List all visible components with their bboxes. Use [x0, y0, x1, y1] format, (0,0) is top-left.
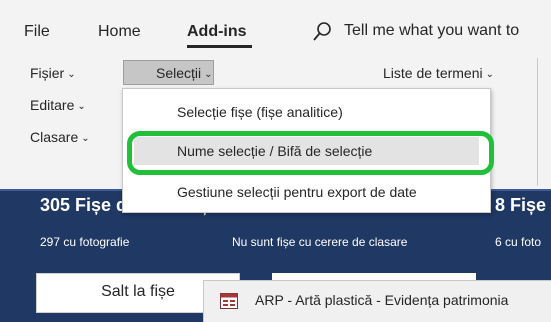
form-window-icon: [220, 293, 238, 309]
tell-me-search[interactable]: Tell me what you want to: [344, 22, 519, 40]
ribbon-group-divider: [537, 58, 538, 186]
search-icon[interactable]: [312, 21, 332, 43]
selectii-dropdown-menu: Selecție fișe (fișe analitice) Nume sele…: [122, 88, 491, 213]
clasare-menu-button[interactable]: Clasare ⌄: [30, 126, 90, 148]
selectii-menu-button[interactable]: Selecții ⌄: [123, 60, 214, 85]
fise-count-title-right: 8 Fișe: [495, 195, 547, 215]
selectii-label: Selecții: [156, 65, 202, 81]
tab-file[interactable]: File: [24, 22, 50, 42]
chevron-down-icon: ⌄: [77, 101, 86, 112]
menu-item-label: Gestiune selecții pentru export de date: [177, 184, 417, 200]
clasare-label: Clasare: [30, 129, 79, 145]
menu-item-nume-selectie[interactable]: Nume selecție / Bifă de selecție: [134, 137, 479, 165]
chevron-down-icon: ⌄: [81, 133, 90, 144]
editare-label: Editare: [30, 97, 75, 113]
photo-count-label: 297 cu fotografie: [40, 235, 130, 249]
photo-count-label-right: 6 cu foto: [495, 235, 542, 249]
liste-label: Liste de termeni: [383, 65, 483, 81]
tab-home[interactable]: Home: [98, 22, 141, 42]
chevron-down-icon: ⌄: [204, 69, 213, 80]
editare-menu-button[interactable]: Editare ⌄: [30, 94, 86, 116]
fisier-label: Fișier: [30, 65, 65, 81]
clasare-status-label: Nu sunt fișe cu cerere de clasare: [232, 235, 408, 249]
dashboard-bottom-strip: [36, 313, 203, 322]
tab-add-ins[interactable]: Add-ins: [187, 22, 247, 42]
fisier-menu-button[interactable]: Fișier ⌄: [30, 62, 76, 84]
menu-item-label: Nume selecție / Bifă de selecție: [177, 143, 373, 159]
active-tab-indicator: [187, 45, 252, 48]
liste-termeni-button[interactable]: Liste de termeni ⌄: [383, 62, 494, 84]
menu-item-label: Selecție fișe (fișe analitice): [177, 104, 343, 120]
taskbar-window-preview[interactable]: ARP - Artă plastică - Evidența patrimoni…: [203, 280, 551, 322]
chevron-down-icon: ⌄: [67, 69, 76, 80]
ribbon-tabs: File Home Add-ins Tell me what you want …: [0, 0, 551, 50]
chevron-down-icon: ⌄: [485, 69, 494, 80]
taskbar-window-title: ARP - Artă plastică - Evidența patrimoni…: [255, 292, 509, 308]
